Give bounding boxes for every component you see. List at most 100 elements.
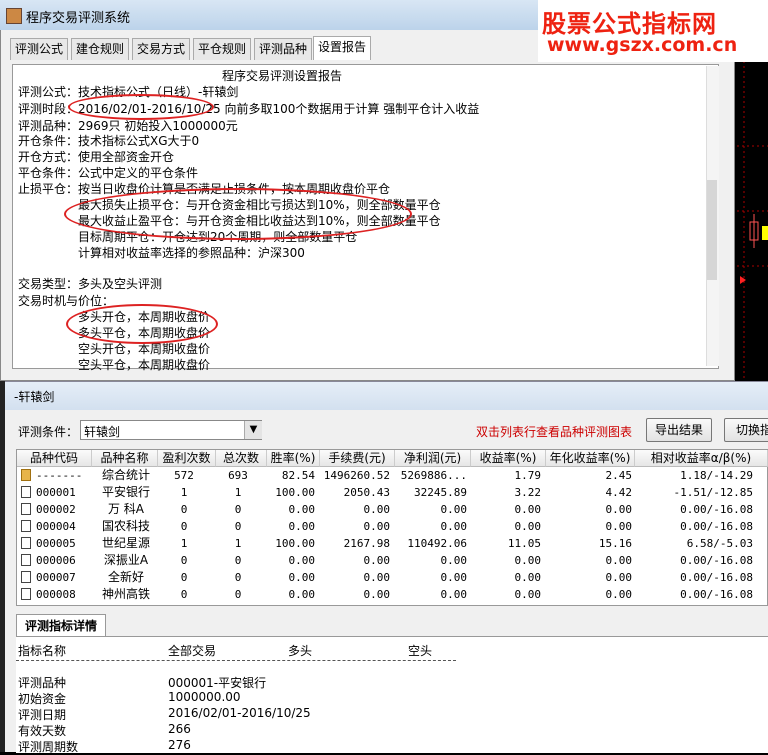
table-cell[interactable]: 0 (158, 501, 210, 518)
table-cell[interactable]: 6.58/-5.03 (635, 535, 753, 552)
table-cell[interactable]: 0 (216, 518, 260, 535)
column-header[interactable]: 净利润(元) (395, 450, 471, 467)
table-cell[interactable]: 0.00 (267, 552, 316, 569)
table-cell[interactable]: 0 (216, 552, 260, 569)
table-cell[interactable]: 5269886... (395, 467, 467, 484)
table-cell[interactable]: 0 (158, 569, 210, 586)
table-cell[interactable]: 0 (216, 501, 260, 518)
table-cell[interactable]: 000004 (36, 518, 92, 535)
table-cell[interactable]: 0 (158, 586, 210, 603)
table-cell[interactable]: 0.00 (546, 518, 633, 535)
table-cell[interactable]: 3.22 (471, 484, 542, 501)
table-cell[interactable]: 0.00 (267, 501, 316, 518)
table-cell[interactable]: 4.42 (546, 484, 633, 501)
column-header[interactable]: 品种代码 (17, 450, 92, 467)
table-cell[interactable]: 0.00 (395, 586, 468, 603)
table-cell[interactable]: 0.00 (320, 518, 391, 535)
table-cell[interactable]: 0.00 (320, 569, 391, 586)
table-cell[interactable]: 82.54 (267, 467, 315, 484)
table-cell[interactable]: 0 (216, 569, 260, 586)
table-cell[interactable]: 2167.98 (320, 535, 390, 552)
tab-settings-report[interactable]: 设置报告 (313, 36, 372, 60)
table-cell[interactable]: 0.00 (546, 501, 633, 518)
table-cell[interactable]: 0 (158, 552, 210, 569)
table-cell[interactable]: 000007 (36, 569, 92, 586)
table-cell[interactable]: 0.00 (471, 552, 542, 569)
table-cell[interactable]: 0.00/-16.08 (635, 552, 753, 569)
table-cell[interactable]: 000008 (36, 586, 92, 603)
table-cell[interactable]: 0.00 (320, 501, 391, 518)
column-header[interactable]: 相对收益率α/β(%) (635, 450, 768, 467)
table-cell[interactable]: 0.00 (471, 569, 542, 586)
table-cell[interactable]: 000002 (36, 501, 92, 518)
switch-indicator-button[interactable]: 切换指 (724, 418, 768, 442)
table-cell[interactable]: 0 (216, 586, 260, 603)
table-cell[interactable]: 0.00 (546, 586, 633, 603)
table-cell[interactable]: 0.00 (395, 552, 468, 569)
table-cell[interactable]: 全新好 (96, 569, 156, 586)
column-header[interactable]: 盈利次数 (158, 450, 216, 467)
column-header[interactable]: 手续费(元) (320, 450, 395, 467)
table-cell[interactable]: 0.00/-16.08 (635, 569, 753, 586)
table-cell[interactable]: 0.00 (395, 518, 468, 535)
tab-trade-mode[interactable]: 交易方式 (132, 38, 191, 60)
table-cell[interactable]: 1 (158, 535, 210, 552)
table-cell[interactable]: 0.00 (471, 586, 542, 603)
table-cell[interactable]: 0.00 (267, 518, 316, 535)
column-header[interactable]: 品种名称 (92, 450, 158, 467)
column-header[interactable]: 胜率(%) (267, 450, 320, 467)
column-header[interactable]: 总次数 (216, 450, 267, 467)
tab-indicator-details[interactable]: 评测指标详情 (16, 614, 106, 637)
table-cell[interactable]: 693 (216, 467, 260, 484)
table-cell[interactable]: 1.18/-14.29 (635, 467, 753, 484)
table-cell[interactable]: 0.00 (471, 501, 542, 518)
table-cell[interactable]: 2050.43 (320, 484, 390, 501)
report-scrollbar-thumb[interactable] (707, 180, 717, 280)
table-cell[interactable]: 0.00/-16.08 (635, 518, 753, 535)
table-cell[interactable]: 15.16 (546, 535, 632, 552)
table-cell[interactable]: 1.79 (471, 467, 542, 484)
table-cell[interactable]: 国农科技 (96, 518, 156, 535)
column-header[interactable]: 收益率(%) (471, 450, 546, 467)
table-cell[interactable]: 0.00 (267, 586, 316, 603)
table-cell[interactable]: 000001 (36, 484, 92, 501)
table-cell[interactable]: 000005 (36, 535, 92, 552)
table-cell[interactable]: 0.00 (320, 552, 391, 569)
table-cell[interactable]: 万 科A (96, 501, 156, 518)
table-cell[interactable]: 0.00 (395, 569, 468, 586)
table-cell[interactable]: 1 (216, 535, 260, 552)
table-cell[interactable]: 综合统计 (96, 467, 156, 484)
export-results-button[interactable]: 导出结果 (646, 418, 712, 442)
table-cell[interactable]: 100.00 (267, 535, 315, 552)
table-cell[interactable]: 000006 (36, 552, 92, 569)
table-cell[interactable]: 0.00/-16.08 (635, 501, 753, 518)
table-cell[interactable]: 572 (158, 467, 210, 484)
table-cell[interactable]: 11.05 (471, 535, 541, 552)
column-header[interactable]: 年化收益率(%) (546, 450, 635, 467)
tab-close-rules[interactable]: 平仓规则 (193, 38, 252, 60)
tab-formula[interactable]: 评测公式 (10, 38, 69, 60)
table-cell[interactable]: 深振业A (96, 552, 156, 569)
table-cell[interactable]: 0.00 (546, 552, 633, 569)
table-cell[interactable]: 1 (216, 484, 260, 501)
table-cell[interactable]: 神州高铁 (96, 586, 156, 603)
table-cell[interactable]: 0.00 (546, 569, 633, 586)
table-cell[interactable]: -1.51/-12.85 (635, 484, 753, 501)
table-cell[interactable]: 0.00 (471, 518, 542, 535)
table-cell[interactable]: ------- (36, 467, 92, 484)
table-cell[interactable]: 世纪星源 (96, 535, 156, 552)
tab-instruments[interactable]: 评测品种 (254, 38, 313, 60)
table-cell[interactable]: 0.00 (320, 586, 391, 603)
table-cell[interactable]: 32245.89 (395, 484, 467, 501)
table-cell[interactable]: 0.00 (395, 501, 468, 518)
table-cell[interactable]: 0 (158, 518, 210, 535)
results-titlebar[interactable] (5, 381, 768, 410)
table-cell[interactable]: 0.00/-16.08 (635, 586, 753, 603)
table-cell[interactable]: 0.00 (267, 569, 316, 586)
table-cell[interactable]: 2.45 (546, 467, 633, 484)
chevron-down-icon[interactable]: ▼ (244, 421, 262, 439)
table-cell[interactable]: 110492.06 (395, 535, 467, 552)
table-cell[interactable]: 1 (158, 484, 210, 501)
table-cell[interactable]: 1496260.52 (320, 467, 390, 484)
table-cell[interactable]: 100.00 (267, 484, 315, 501)
